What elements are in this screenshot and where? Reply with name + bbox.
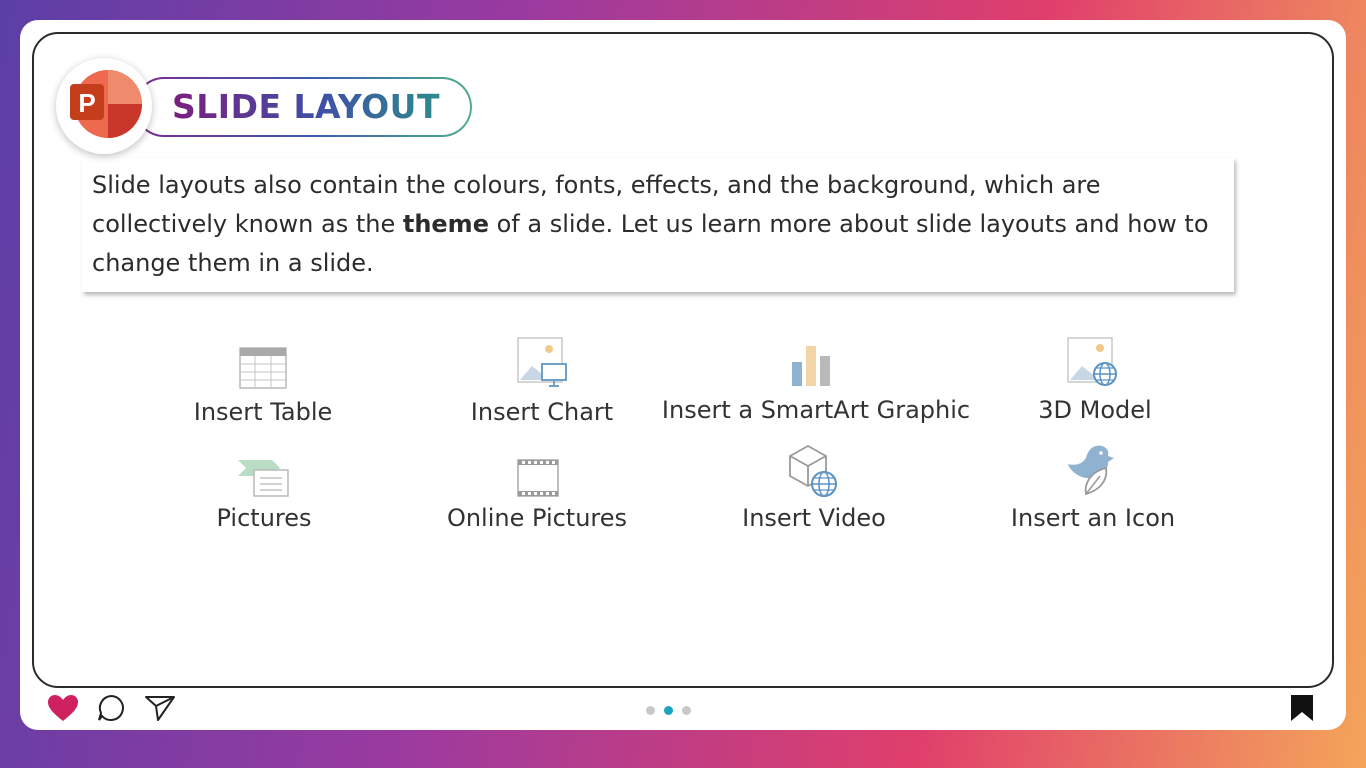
layout-label: Insert Video [742, 504, 886, 532]
comment-icon[interactable] [97, 694, 125, 722]
layout-label: 3D Model [1038, 396, 1152, 424]
description-paragraph: Slide layouts also contain the colours, … [92, 166, 1232, 283]
layout-label: Insert Chart [470, 398, 614, 426]
logo-letter: P [78, 88, 95, 118]
bookmark-icon[interactable] [1290, 694, 1314, 722]
paragraph-bold-term: theme [402, 210, 489, 238]
layout-label: Insert Table [193, 398, 333, 426]
layout-label: Pictures [216, 504, 312, 532]
powerpoint-icon: P [70, 70, 142, 138]
send-icon[interactable] [144, 694, 176, 722]
icon-icon [1068, 445, 1114, 496]
description-textbox: Slide layouts also contain the colours, … [82, 158, 1234, 292]
post-card: P SLIDE LAYOUT Slide layouts also contai… [20, 20, 1346, 730]
layout-label: Online Pictures [446, 504, 628, 532]
table-icon [239, 347, 287, 389]
slide-frame: P SLIDE LAYOUT Slide layouts also contai… [32, 32, 1334, 688]
page-title: SLIDE LAYOUT [172, 87, 440, 126]
title-pill: SLIDE LAYOUT [134, 77, 472, 137]
pagination-dot-2-active[interactable] [664, 706, 673, 715]
chart-icon [517, 337, 567, 387]
powerpoint-logo: P [56, 58, 152, 154]
layout-label: Insert a SmartArt Graphic [661, 396, 971, 424]
heart-icon[interactable] [47, 694, 79, 722]
pagination-dot-3[interactable] [682, 706, 691, 715]
bottom-action-bar [20, 684, 1346, 730]
pagination-dot-1[interactable] [646, 706, 655, 715]
video-icon [789, 444, 837, 497]
smartart-icon [792, 346, 830, 386]
layout-label: Insert an Icon [1010, 504, 1176, 532]
pictures-icon [238, 460, 289, 497]
online-pictures-icon [517, 459, 559, 497]
3d-model-icon [1067, 337, 1117, 386]
